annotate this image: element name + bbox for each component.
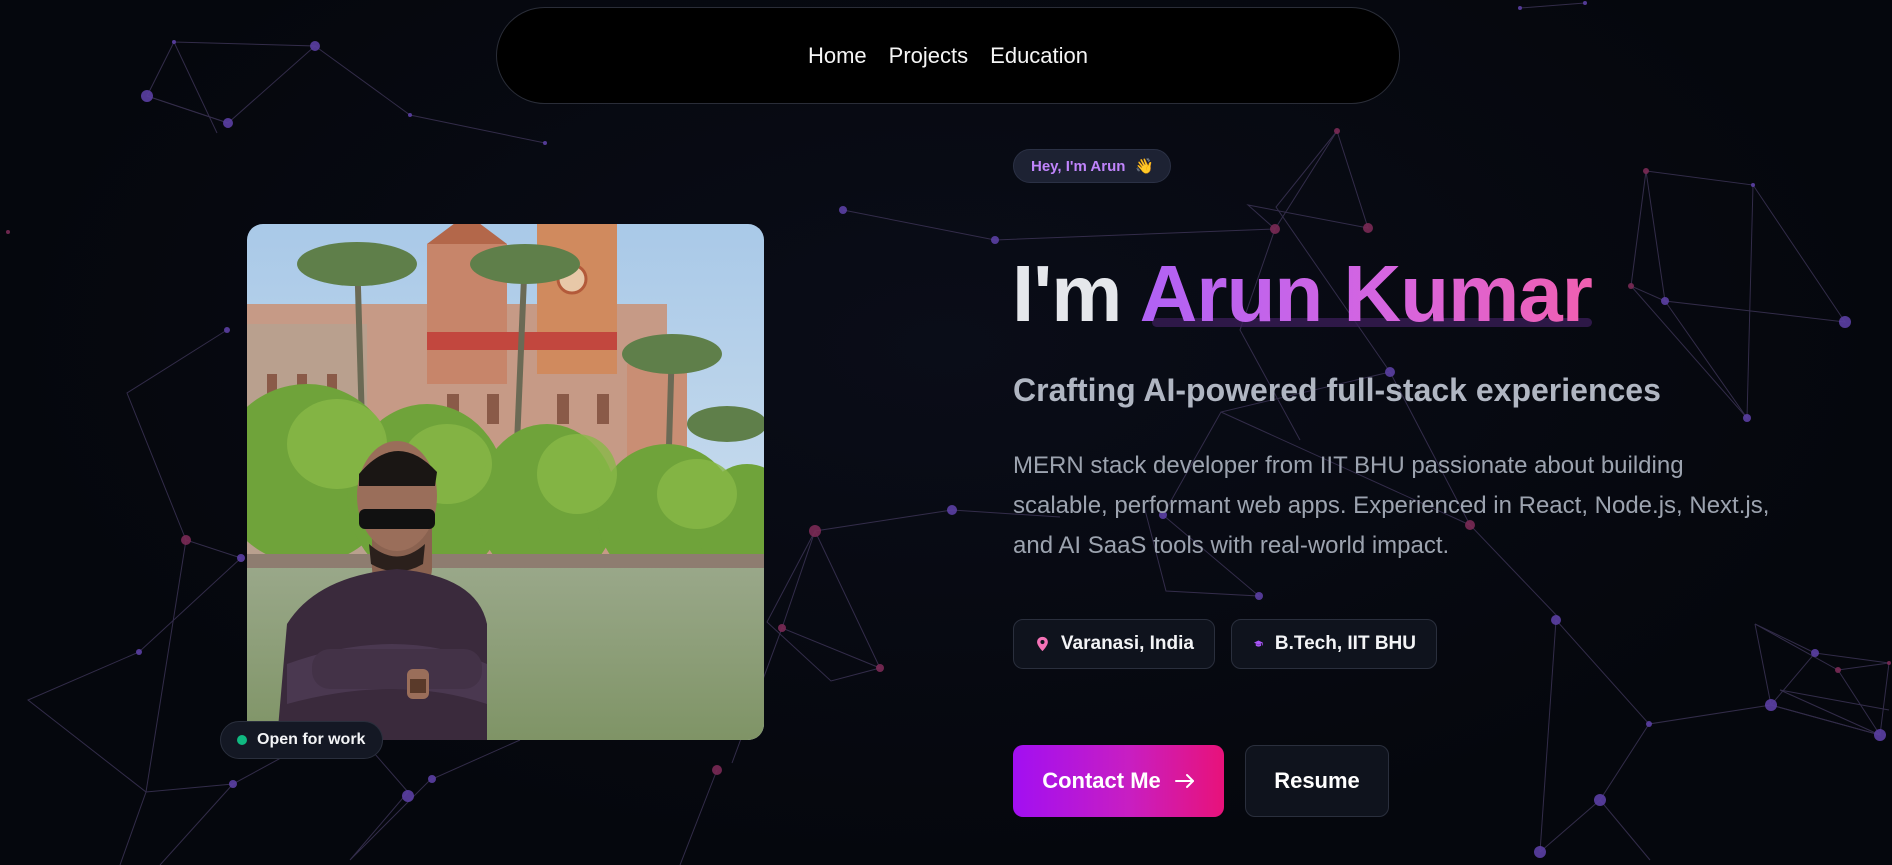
- hero-description: MERN stack developer from IIT BHU passio…: [1013, 452, 1770, 559]
- degree-label: B.Tech, IIT BHU: [1274, 633, 1416, 654]
- degree-badge: B.Tech, IIT BHU: [1231, 619, 1437, 669]
- location-label: Varanasi, India: [1060, 633, 1194, 654]
- map-pin-icon: [1037, 636, 1048, 652]
- resume-button[interactable]: Resume: [1245, 745, 1389, 817]
- page: Home Projects Education Open for work He…: [0, 0, 1892, 865]
- profile-photo: [247, 224, 764, 740]
- arrow-right-icon: [1174, 774, 1194, 788]
- status-dot-icon: [237, 735, 247, 745]
- hero-headline: I'm Arun Kumar: [1012, 246, 1593, 342]
- hero-subheadline: Crafting AI-powered full-stack experienc…: [1013, 372, 1661, 408]
- nav-link-education[interactable]: Education: [990, 43, 1088, 69]
- graduation-cap-icon: [1254, 640, 1263, 647]
- headline-name: Arun Kumar: [1139, 249, 1593, 338]
- nav-link-projects[interactable]: Projects: [889, 43, 968, 69]
- top-navbar: Home Projects Education: [496, 7, 1400, 104]
- headline-lead: I'm: [1012, 249, 1122, 338]
- contact-button-label: Contact Me: [1042, 768, 1161, 793]
- greeting-label: Hey, I'm Arun: [1031, 157, 1126, 175]
- location-badge: Varanasi, India: [1013, 619, 1215, 669]
- waving-hand-icon: 👋: [1135, 158, 1155, 175]
- contact-me-button[interactable]: Contact Me: [1013, 745, 1224, 817]
- greeting-chip: Hey, I'm Arun 👋: [1013, 149, 1172, 183]
- open-for-work-badge: Open for work: [220, 721, 384, 759]
- nav-link-home[interactable]: Home: [808, 43, 867, 69]
- status-label: Open for work: [257, 731, 366, 748]
